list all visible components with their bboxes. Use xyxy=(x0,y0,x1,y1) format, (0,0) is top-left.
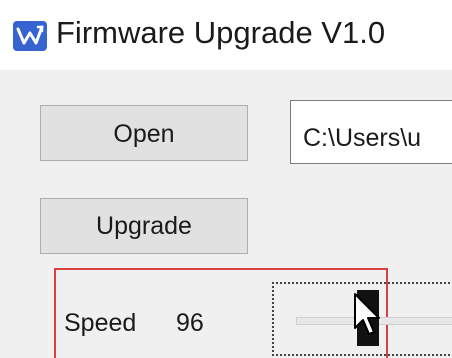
firmware-upgrade-window: Firmware Upgrade V1.0 Open Upgrade Speed… xyxy=(0,0,452,358)
app-logo-icon xyxy=(12,20,48,52)
file-path-field[interactable] xyxy=(290,100,452,164)
mouse-pointer-icon xyxy=(353,292,383,340)
speed-value: 96 xyxy=(176,309,204,337)
speed-label: Speed xyxy=(64,309,137,337)
open-button[interactable]: Open xyxy=(40,105,248,161)
title-bar: Firmware Upgrade V1.0 xyxy=(0,0,452,70)
window-title: Firmware Upgrade V1.0 xyxy=(56,15,386,50)
upgrade-button[interactable]: Upgrade xyxy=(40,198,248,254)
